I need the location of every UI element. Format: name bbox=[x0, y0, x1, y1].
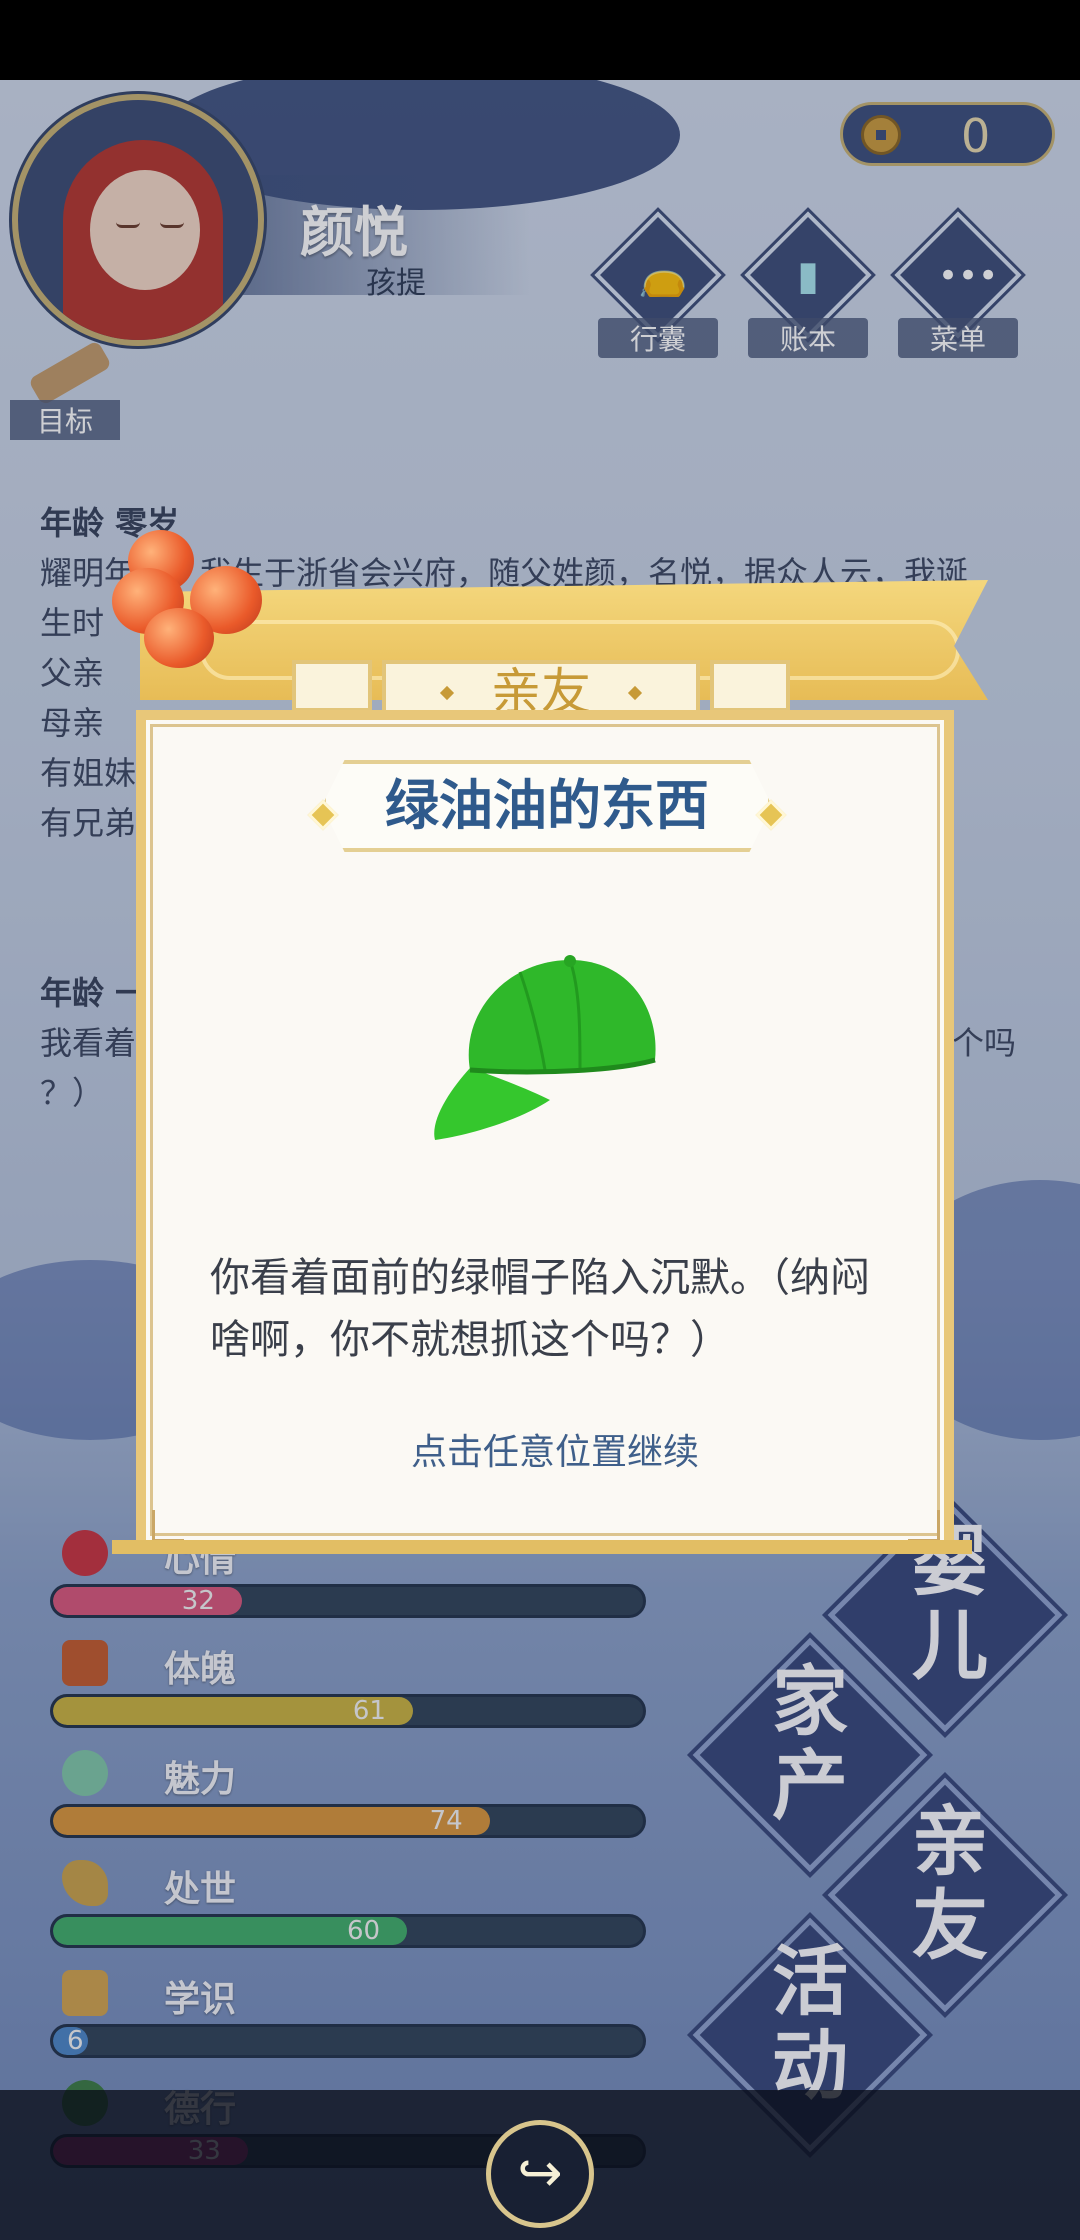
corner-ornament bbox=[152, 1510, 184, 1542]
event-dialog[interactable]: 亲友 绿油油的东西 你看着面前的绿帽子陷入沉默。（纳闷啥啊，你不就想抓这个吗？）… bbox=[112, 580, 990, 1570]
share-icon: ↪ bbox=[517, 2141, 563, 2204]
tab-ornament bbox=[710, 660, 790, 712]
share-button[interactable]: ↪ bbox=[486, 2120, 594, 2228]
green-cap-image bbox=[434, 955, 656, 1140]
corner-ornament bbox=[908, 1510, 940, 1542]
dialog-scroll-bottom bbox=[112, 1540, 972, 1554]
tanghulu-decoration bbox=[100, 530, 280, 690]
bottom-bar: ↪ bbox=[0, 2090, 1080, 2240]
status-bar bbox=[0, 0, 1080, 80]
continue-hint[interactable]: 点击任意位置继续 bbox=[210, 1423, 900, 1475]
event-description: 你看着面前的绿帽子陷入沉默。（纳闷啥啊，你不就想抓这个吗？） bbox=[210, 1255, 870, 1363]
item-title: 绿油油的东西 bbox=[385, 774, 709, 837]
tab-ornament bbox=[292, 660, 372, 712]
